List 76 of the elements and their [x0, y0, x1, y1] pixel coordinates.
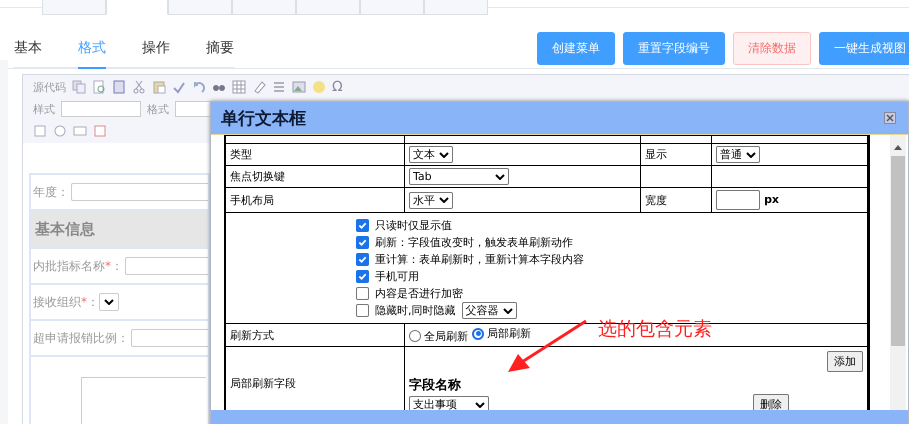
- text-input[interactable]: [125, 257, 208, 275]
- close-icon[interactable]: [884, 112, 896, 124]
- dropdown[interactable]: Tab: [409, 168, 509, 185]
- field-label: 刷新方式: [230, 328, 274, 342]
- option-label: 刷新：字段值改变时，触发表单刷新动作: [375, 235, 573, 250]
- column-heading: 字段名称: [409, 376, 462, 394]
- checkbox[interactable]: [356, 236, 369, 249]
- unit-label: px: [764, 193, 780, 206]
- document-icon[interactable]: [112, 80, 126, 94]
- toolbar-label: 格式: [147, 102, 169, 116]
- field-label: 年度：: [33, 184, 69, 200]
- cut-icon[interactable]: [132, 80, 146, 94]
- checkbox[interactable]: [356, 287, 369, 300]
- checkbox-icon[interactable]: [33, 124, 47, 138]
- undo-icon[interactable]: [192, 80, 206, 94]
- chevron-icon: [439, 197, 449, 203]
- scroll-up-icon[interactable]: [894, 145, 902, 150]
- checkbox[interactable]: [356, 304, 369, 317]
- field-label: 显示: [645, 148, 668, 161]
- chevron-icon: [495, 174, 505, 180]
- field-label: 内批指标名称*：: [33, 258, 123, 274]
- text-input[interactable]: [131, 329, 208, 347]
- dropdown[interactable]: 父容器: [462, 302, 516, 319]
- text-input[interactable]: [71, 183, 208, 201]
- option-label: 内容是否进行加密: [375, 286, 463, 301]
- toolbar-label: 样式: [33, 102, 55, 116]
- chevron-icon: [502, 308, 512, 314]
- dropdown[interactable]: 文本: [409, 146, 453, 163]
- dropdown[interactable]: 支出事项: [409, 396, 489, 410]
- radio-button[interactable]: [409, 330, 421, 342]
- table-icon[interactable]: [232, 80, 246, 94]
- chevron-icon: [104, 299, 114, 305]
- checkbox[interactable]: [356, 219, 369, 232]
- preview-icon[interactable]: [92, 80, 106, 94]
- eraser-icon[interactable]: [252, 80, 266, 94]
- field-label: 焦点切换键: [230, 170, 285, 183]
- add-button[interactable]: 添加: [827, 351, 863, 372]
- chevron-icon: [475, 402, 485, 408]
- chevron-icon: [746, 152, 756, 158]
- field-label: 宽度: [645, 194, 668, 206]
- dialog-title: 单行文本框: [221, 108, 306, 130]
- field-label: 超申请报销比例：: [33, 330, 129, 346]
- section-header: 基本信息: [29, 211, 210, 249]
- field-label: 接收组织*：: [33, 294, 99, 310]
- checkbox[interactable]: [356, 253, 369, 266]
- dropdown[interactable]: [99, 293, 119, 311]
- annotation-text: 选的包含元素: [598, 317, 712, 342]
- tab[interactable]: 摘要: [206, 39, 234, 69]
- tab[interactable]: 基本: [14, 39, 42, 69]
- field-label: 手机布局: [230, 194, 274, 206]
- field-label: 类型: [230, 148, 252, 161]
- field-label: 局部刷新字段: [230, 376, 296, 390]
- option-label: 隐藏时,同时隐藏: [375, 303, 456, 318]
- radio-label: 全局刷新: [424, 328, 468, 344]
- width-input[interactable]: [716, 190, 760, 210]
- image-icon[interactable]: [292, 80, 306, 94]
- tab[interactable]: 操作: [142, 39, 170, 69]
- radio-label: 局部刷新: [487, 326, 531, 342]
- copy-icon[interactable]: [72, 80, 86, 94]
- option-label: 重计算：表单刷新时，重新计算本字段内容: [375, 252, 584, 267]
- style-dropdown[interactable]: [61, 101, 141, 117]
- textfield-icon[interactable]: [73, 124, 87, 138]
- list-icon[interactable]: [272, 80, 286, 94]
- chevron-icon: [439, 152, 449, 158]
- paste-icon[interactable]: [152, 80, 166, 94]
- option-label: 只读时仅显示值: [375, 218, 452, 233]
- dropdown[interactable]: 普通: [716, 146, 760, 163]
- checkbox[interactable]: [356, 270, 369, 283]
- radio-icon[interactable]: [53, 124, 67, 138]
- scrollbar[interactable]: [890, 135, 906, 410]
- radio-button[interactable]: [472, 328, 484, 340]
- dropdown[interactable]: 水平: [409, 192, 453, 208]
- delete-button[interactable]: 删除: [753, 394, 789, 410]
- spellcheck-icon[interactable]: [172, 80, 186, 94]
- option-label: 手机可用: [375, 269, 419, 284]
- calendar-icon[interactable]: [93, 124, 107, 138]
